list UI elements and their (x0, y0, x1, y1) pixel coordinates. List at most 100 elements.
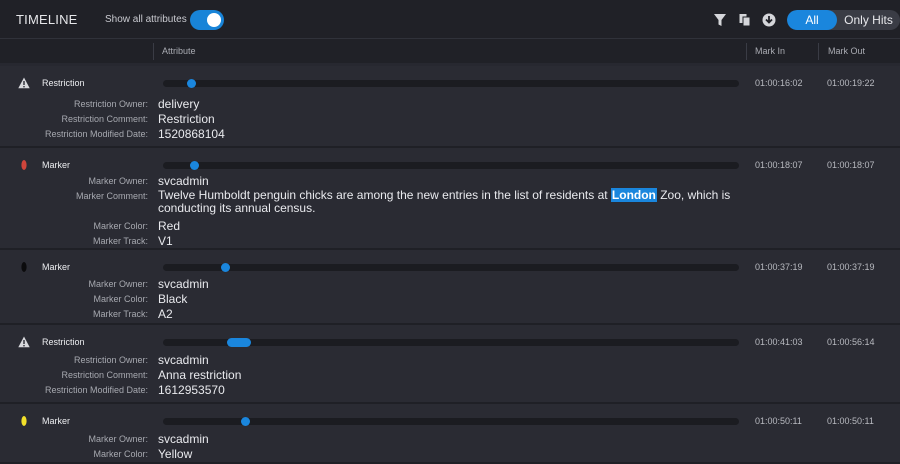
mark-out-time: 01:00:37:19 (827, 262, 875, 272)
mark-out-column-header[interactable]: Mark Out (828, 46, 865, 56)
mark-out-time: 01:00:56:14 (827, 337, 875, 347)
mark-out-time: 01:00:18:07 (827, 160, 875, 170)
attribute-key: Restriction Modified Date: (44, 129, 148, 139)
timeline-track[interactable] (163, 263, 739, 272)
toggle-knob (207, 13, 221, 27)
attribute-row: Marker Color: Yellow (0, 447, 900, 462)
attribute-row: Restriction Comment: Restriction (0, 112, 900, 127)
timeline-entry-list: Restriction 01:00:16:02 01:00:19:22 Rest… (0, 66, 900, 464)
attribute-value: A2 (158, 307, 173, 321)
filter-icon[interactable] (713, 13, 727, 27)
only-hits-button[interactable]: Only Hits (837, 10, 900, 30)
mark-in-column-header[interactable]: Mark In (755, 46, 785, 56)
show-all-attributes-toggle[interactable] (190, 10, 224, 30)
attribute-row: Marker Track: V1 (0, 234, 900, 249)
attribute-key: Marker Track: (92, 236, 148, 246)
panel-title: TIMELINE (16, 12, 78, 27)
attribute-value: 1612953570 (158, 383, 225, 397)
timeline-track[interactable] (163, 79, 739, 88)
attribute-key: Restriction Comment: (61, 114, 148, 124)
attribute-key: Marker Comment: (75, 191, 148, 201)
marker-dot-icon (21, 160, 27, 170)
warning-icon (18, 336, 30, 348)
attribute-value: delivery (158, 97, 200, 111)
mark-in-time: 01:00:16:02 (755, 78, 803, 88)
attribute-row: Marker Comment: Twelve Humboldt penguin … (0, 188, 900, 219)
attribute-key: Marker Owner: (88, 176, 148, 186)
entry-type-label: Restriction (42, 78, 85, 88)
attribute-value: Red (158, 219, 181, 233)
copy-icon[interactable] (738, 13, 752, 27)
timeline-entry[interactable]: Marker 01:00:37:19 01:00:37:19 Marker Ow… (0, 250, 900, 325)
column-divider (153, 43, 154, 60)
all-button[interactable]: All (787, 10, 837, 30)
timeline-track[interactable] (163, 338, 739, 347)
attribute-key: Restriction Owner: (73, 99, 148, 109)
results-filter-segmented: All Only Hits (787, 10, 900, 30)
attribute-row: Marker Owner: svcadmin (0, 277, 900, 292)
mark-in-time: 01:00:18:07 (755, 160, 803, 170)
column-divider (746, 43, 747, 60)
timeline-entry[interactable]: Restriction 01:00:16:02 01:00:19:22 Rest… (0, 66, 900, 148)
marker-comment-value: Twelve Humboldt penguin chicks are among… (158, 188, 738, 215)
attribute-value: Yellow (158, 447, 193, 461)
attribute-column-header[interactable]: Attribute (162, 46, 196, 56)
mark-in-time: 01:00:37:19 (755, 262, 803, 272)
attribute-value: svcadmin (158, 353, 209, 367)
attribute-key: Marker Track: (92, 309, 148, 319)
show-all-attributes-label: Show all attributes (105, 14, 187, 25)
marker-dot-icon (21, 262, 27, 272)
entry-type-label: Marker (42, 416, 71, 426)
timeline-range-marker[interactable] (241, 417, 250, 426)
column-divider (818, 43, 819, 60)
timeline-range-marker[interactable] (221, 263, 230, 272)
mark-in-time: 01:00:50:11 (755, 416, 802, 426)
attribute-row: Marker Color: Black (0, 292, 900, 307)
mark-in-time: 01:00:41:03 (755, 337, 803, 347)
attribute-key: Restriction Modified Date: (44, 385, 148, 395)
attribute-value: svcadmin (158, 277, 209, 291)
marker-color-swatch (21, 262, 27, 272)
attribute-value: V1 (158, 234, 173, 248)
mark-out-time: 01:00:50:11 (827, 416, 874, 426)
attribute-row: Restriction Owner: delivery (0, 97, 900, 112)
comment-text: Twelve Humboldt penguin chicks are among… (158, 188, 611, 202)
attribute-row: Marker Owner: svcadmin (0, 174, 900, 189)
timeline-track[interactable] (163, 417, 739, 426)
mark-out-time: 01:00:19:22 (827, 78, 875, 88)
attribute-row: Restriction Modified Date: 1520868104 (0, 127, 900, 142)
timeline-entry[interactable]: Marker 01:00:50:11 01:00:50:11 Marker Ow… (0, 404, 900, 464)
attribute-row: Marker Track: A2 (0, 307, 900, 322)
attribute-value: svcadmin (158, 432, 209, 446)
attribute-row: Marker Owner: svcadmin (0, 432, 900, 447)
attribute-value: 1520868104 (158, 127, 225, 141)
attribute-row: Restriction Owner: svcadmin (0, 353, 900, 368)
attribute-value: svcadmin (158, 174, 209, 188)
attribute-value: Anna restriction (158, 368, 242, 382)
timeline-entry[interactable]: Marker 01:00:18:07 01:00:18:07 Marker Ow… (0, 148, 900, 250)
timeline-track[interactable] (163, 161, 739, 170)
timeline-range-marker[interactable] (190, 161, 199, 170)
entry-type-label: Marker (42, 160, 71, 170)
timeline-range-marker[interactable] (227, 338, 251, 347)
attribute-row: Restriction Comment: Anna restriction (0, 368, 900, 383)
entry-type-label: Restriction (42, 337, 85, 347)
search-hit-highlight: London (610, 188, 657, 202)
attribute-key: Marker Color: (93, 221, 148, 231)
timeline-header: TIMELINE Show all attributes All Only Hi… (0, 0, 900, 38)
column-header-row: Attribute Mark In Mark Out (0, 38, 900, 63)
attribute-key: Marker Color: (93, 294, 148, 304)
marker-color-swatch (21, 160, 27, 170)
attribute-key: Marker Owner: (88, 279, 148, 289)
download-icon[interactable] (762, 13, 776, 27)
attribute-value: Restriction (158, 112, 215, 126)
attribute-key: Restriction Comment: (61, 370, 148, 380)
attribute-key: Restriction Owner: (73, 355, 148, 365)
marker-dot-icon (21, 416, 27, 426)
attribute-row: Restriction Modified Date: 1612953570 (0, 383, 900, 398)
warning-icon (18, 77, 30, 89)
timeline-range-marker[interactable] (187, 79, 196, 88)
timeline-entry[interactable]: Restriction 01:00:41:03 01:00:56:14 Rest… (0, 325, 900, 404)
attribute-key: Marker Owner: (88, 434, 148, 444)
attribute-row: Marker Color: Red (0, 219, 900, 234)
